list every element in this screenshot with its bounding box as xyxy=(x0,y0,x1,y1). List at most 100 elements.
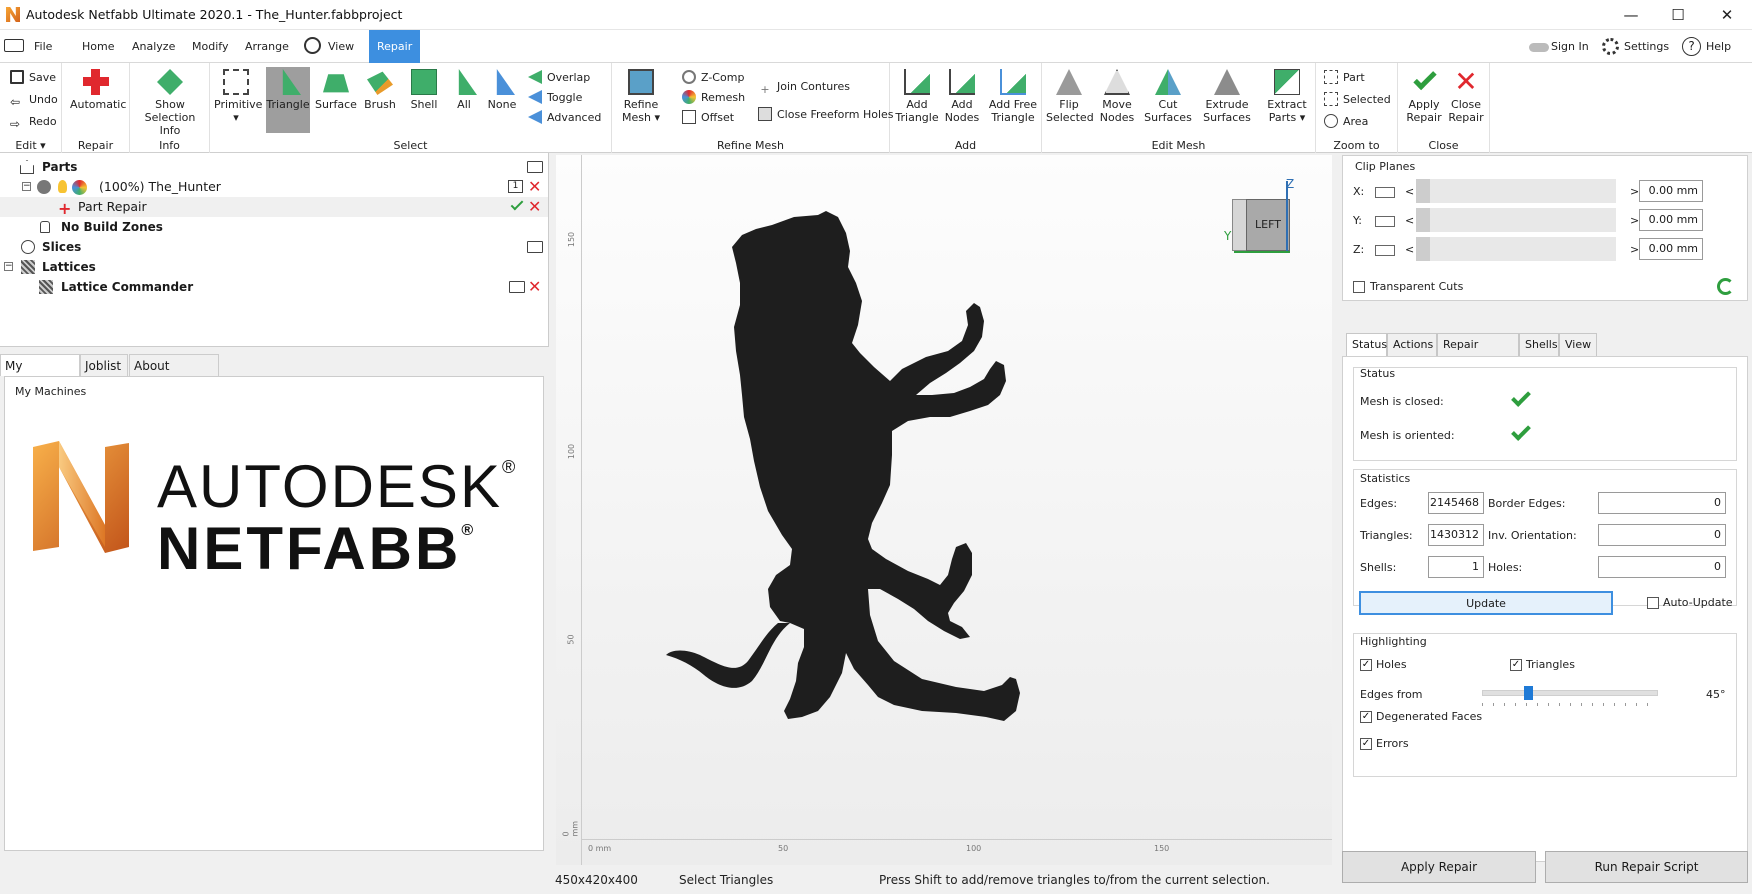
degenerated-faces-checkbox[interactable]: ✓ xyxy=(1360,711,1372,723)
select-all-button[interactable]: All xyxy=(448,69,480,111)
add-triangle-button[interactable]: Add Triangle xyxy=(894,69,940,124)
clip-y-value[interactable]: 0.00 mm xyxy=(1639,209,1703,231)
clip-z-increment[interactable]: > xyxy=(1630,243,1639,256)
extract-parts-button[interactable]: Extract Parts ▾ xyxy=(1260,69,1314,124)
sign-in-button[interactable]: Sign In xyxy=(1525,30,1597,63)
add-nodes-button[interactable]: Add Nodes xyxy=(942,69,982,124)
close-repair-button[interactable]: ✕ Close Repair xyxy=(1446,68,1486,125)
clip-x-decrement[interactable]: < xyxy=(1405,185,1414,198)
show-selection-info-button[interactable]: Show Selection Info xyxy=(134,69,206,137)
clip-z-slider[interactable] xyxy=(1416,237,1616,261)
transparent-cuts-checkbox[interactable] xyxy=(1353,281,1365,293)
tab-home[interactable]: Home xyxy=(74,30,122,63)
color-icon[interactable] xyxy=(72,180,87,195)
tree-lattices[interactable]: − Lattices xyxy=(0,257,548,277)
close-window-button[interactable]: ✕ xyxy=(1704,0,1750,30)
remove-part-icon[interactable]: ✕ xyxy=(528,179,541,195)
triangle-select-button[interactable]: Triangle xyxy=(266,67,310,133)
tab-status[interactable]: Status xyxy=(1346,333,1387,357)
clip-y-toggle[interactable] xyxy=(1375,216,1395,227)
apply-repair-ribbon-button[interactable]: Apply Repair xyxy=(1404,66,1444,124)
shell-select-button[interactable]: Shell xyxy=(404,69,444,111)
tab-modify[interactable]: Modify xyxy=(184,30,236,63)
tree-slices[interactable]: Slices xyxy=(0,237,548,257)
tab-arrange[interactable]: Arrange xyxy=(237,30,297,63)
slices-folder-icon[interactable] xyxy=(527,241,543,253)
clip-z-toggle[interactable] xyxy=(1375,245,1395,256)
tree-part-the-hunter[interactable]: − (100%) The_Hunter 1 ✕ xyxy=(0,177,548,197)
tab-joblist[interactable]: Joblist xyxy=(80,354,128,376)
tree-part-repair[interactable]: + Part Repair ✕ xyxy=(0,197,548,218)
tab-actions[interactable]: Actions xyxy=(1387,333,1437,357)
close-freeform-holes-button[interactable]: Close Freeform Holes xyxy=(758,106,894,124)
visibility-sphere-icon[interactable] xyxy=(37,180,51,194)
redo-button[interactable]: ⇨ Redo xyxy=(10,113,57,131)
brush-select-button[interactable]: Brush xyxy=(360,69,400,111)
apply-check-icon[interactable] xyxy=(510,197,524,211)
edge-angle-slider[interactable] xyxy=(1482,686,1658,706)
zoom-area-button[interactable]: Area xyxy=(1324,113,1368,131)
tab-shells[interactable]: Shells xyxy=(1519,333,1559,357)
lightbulb-icon[interactable] xyxy=(58,180,67,193)
cancel-repair-icon[interactable]: ✕ xyxy=(528,199,541,215)
update-button[interactable]: Update xyxy=(1359,591,1613,615)
settings-button[interactable]: Settings xyxy=(1598,30,1677,63)
offset-button[interactable]: Offset xyxy=(682,109,734,127)
mesh-model-dog[interactable] xyxy=(556,155,1332,865)
undo-button[interactable]: ⇦ Undo xyxy=(10,91,58,109)
tree-parts[interactable]: Parts xyxy=(0,157,548,177)
errors-checkbox[interactable]: ✓ xyxy=(1360,738,1372,750)
edit-dropdown[interactable]: Edit ▾ xyxy=(0,139,61,152)
zoom-selected-button[interactable]: Selected xyxy=(1324,91,1391,109)
remove-lattice-icon[interactable]: ✕ xyxy=(528,279,541,295)
remesh-button[interactable]: Remesh xyxy=(682,89,745,107)
lattices-collapse-icon[interactable]: − xyxy=(4,262,13,271)
clip-x-increment[interactable]: > xyxy=(1630,185,1639,198)
clip-x-value[interactable]: 0.00 mm xyxy=(1639,180,1703,202)
toggle-button[interactable]: Toggle xyxy=(528,89,582,107)
3d-viewport[interactable]: 150 100 50 0 mm 0 mm 50 100 150 Z Y LEFT xyxy=(556,155,1332,865)
refine-mesh-button[interactable]: Refine Mesh ▾ xyxy=(616,69,666,124)
z-comp-button[interactable]: Z-Comp xyxy=(682,69,744,87)
advanced-button[interactable]: Advanced xyxy=(528,109,601,127)
tab-repair[interactable]: Repair xyxy=(369,30,420,63)
add-free-triangle-button[interactable]: Add Free Triangle xyxy=(986,69,1040,124)
automatic-repair-button[interactable]: Automatic xyxy=(70,69,126,111)
primitive-button[interactable]: Primitive ▾ xyxy=(214,69,262,124)
clip-x-toggle[interactable] xyxy=(1375,187,1395,198)
select-none-button[interactable]: None xyxy=(484,69,520,111)
tree-lattice-commander[interactable]: Lattice Commander ✕ xyxy=(0,277,548,297)
move-nodes-button[interactable]: Move Nodes xyxy=(1096,69,1138,124)
clip-z-value[interactable]: 0.00 mm xyxy=(1639,238,1703,260)
join-contures-button[interactable]: + Join Contures xyxy=(758,78,850,96)
clip-y-slider[interactable] xyxy=(1416,208,1616,232)
tree-no-build-zones[interactable]: No Build Zones xyxy=(0,217,548,237)
save-button[interactable]: Save xyxy=(10,69,56,87)
zoom-part-button[interactable]: Part xyxy=(1324,69,1365,87)
help-button[interactable]: ? Help xyxy=(1678,30,1739,63)
triangles-checkbox[interactable]: ✓ xyxy=(1510,659,1522,671)
collapse-icon[interactable]: − xyxy=(22,182,31,191)
auto-update-checkbox[interactable] xyxy=(1647,597,1659,609)
tab-view[interactable]: View xyxy=(302,30,362,63)
extrude-surfaces-button[interactable]: Extrude Surfaces xyxy=(1198,69,1256,124)
file-menu[interactable]: File xyxy=(0,30,60,63)
open-folder-icon[interactable] xyxy=(527,161,543,173)
run-repair-script-button[interactable]: Run Repair Script xyxy=(1545,851,1748,883)
edge-angle-thumb[interactable] xyxy=(1524,686,1533,700)
apply-repair-button[interactable]: Apply Repair xyxy=(1342,851,1536,883)
clip-x-slider[interactable] xyxy=(1416,179,1616,203)
clip-y-increment[interactable]: > xyxy=(1630,214,1639,227)
tab-my-machines[interactable]: My Machines xyxy=(0,354,80,395)
tab-about-ribbons[interactable]: About Ribbons xyxy=(129,354,219,395)
tab-repair-scripts[interactable]: Repair Scripts xyxy=(1437,333,1519,373)
minimize-button[interactable]: — xyxy=(1608,0,1654,30)
lattice-folder-icon[interactable] xyxy=(509,281,525,293)
tab-view-right[interactable]: View xyxy=(1559,333,1597,357)
overlap-button[interactable]: Overlap xyxy=(528,69,590,87)
tab-analyze[interactable]: Analyze xyxy=(124,30,183,63)
flip-selected-button[interactable]: Flip Selected xyxy=(1046,69,1094,124)
refresh-icon[interactable] xyxy=(1717,278,1734,295)
maximize-button[interactable]: ☐ xyxy=(1655,0,1701,30)
holes-checkbox[interactable]: ✓ xyxy=(1360,659,1372,671)
